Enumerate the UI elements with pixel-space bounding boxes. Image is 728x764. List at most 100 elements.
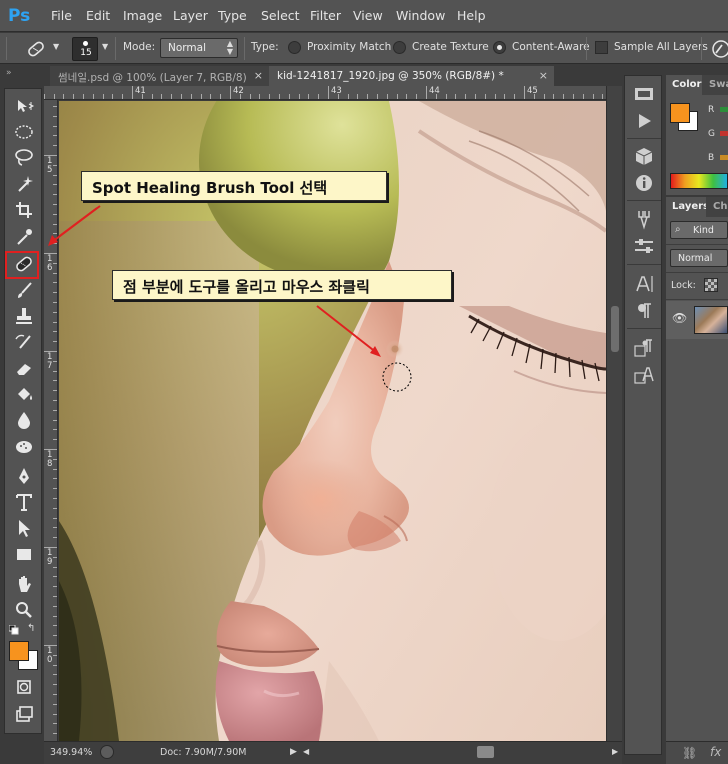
vertical-ruler[interactable]: 15 16 17 18 19 10 xyxy=(44,100,58,741)
horizontal-scroll-thumb[interactable] xyxy=(477,746,494,758)
link-layers-icon[interactable]: ⛓ xyxy=(682,746,697,760)
pressure-size-icon[interactable] xyxy=(708,38,728,60)
blend-mode-dropdown[interactable]: Normal xyxy=(670,249,728,267)
menu-image[interactable]: Image xyxy=(123,8,162,23)
menu-window[interactable]: Window xyxy=(396,8,445,23)
tab-close-icon[interactable]: × xyxy=(539,69,548,82)
menu-type[interactable]: Type xyxy=(218,8,247,23)
sponge-tool-icon[interactable] xyxy=(10,434,38,458)
type-tool-icon[interactable] xyxy=(10,490,38,514)
color-panel-tabs: Color Swa xyxy=(666,75,728,95)
default-colors-icon[interactable] xyxy=(8,624,19,635)
lock-transparency-icon[interactable] xyxy=(704,278,718,292)
visibility-eye-icon[interactable]: 👁 xyxy=(672,311,687,325)
proximity-match-radio[interactable] xyxy=(288,41,301,54)
vertical-scroll-thumb[interactable] xyxy=(611,306,619,352)
menu-help[interactable]: Help xyxy=(457,8,486,23)
ruler-minor-tick xyxy=(112,94,114,99)
menu-edit[interactable]: Edit xyxy=(86,8,110,23)
paint-bucket-tool-icon[interactable] xyxy=(10,382,38,406)
brush-panel-icon[interactable] xyxy=(629,207,659,231)
screen-mode-icon[interactable] xyxy=(10,702,38,726)
tab-layers[interactable]: Layers xyxy=(666,197,706,217)
foreground-color-swatch[interactable] xyxy=(9,641,29,661)
ruler-minor-tick xyxy=(298,94,300,99)
eyedropper-tool-icon[interactable] xyxy=(10,224,38,248)
create-texture-label[interactable]: Create Texture xyxy=(412,41,489,53)
tool-preset-caret-icon[interactable]: ▼ xyxy=(53,42,59,51)
create-texture-radio[interactable] xyxy=(393,41,406,54)
ruler-label: 41 xyxy=(135,86,146,96)
actions-panel-icon[interactable] xyxy=(629,109,659,133)
menu-file[interactable]: File xyxy=(51,8,72,23)
tab-kid-jpg[interactable]: kid-1241817_1920.jpg @ 350% (RGB/8#) * × xyxy=(269,66,554,86)
content-aware-label[interactable]: Content-Aware xyxy=(512,41,590,53)
layer-row-background[interactable]: 👁 xyxy=(666,301,728,339)
ruler-minor-tick xyxy=(53,135,57,137)
layer-style-fx-icon[interactable]: fx xyxy=(710,745,721,759)
status-menu-arrow-icon[interactable]: ▶ xyxy=(290,747,297,757)
layer-filter-field[interactable]: ⌕ Kind xyxy=(670,221,728,239)
hand-tool-icon[interactable] xyxy=(10,572,38,596)
proximity-match-label[interactable]: Proximity Match xyxy=(307,41,391,53)
character-styles-panel-icon[interactable] xyxy=(629,363,659,387)
ruler-minor-tick xyxy=(475,94,476,99)
3d-panel-icon[interactable] xyxy=(629,144,659,168)
history-panel-icon[interactable] xyxy=(629,82,659,106)
menu-filter[interactable]: Filter xyxy=(310,8,341,23)
tab-thumbnail-psd[interactable]: 썸네일.psd @ 100% (Layer 7, RGB/8) × xyxy=(50,66,269,86)
menu-layer[interactable]: Layer xyxy=(173,8,208,23)
tab-color[interactable]: Color xyxy=(666,75,702,95)
ruler-minor-tick xyxy=(53,115,57,117)
pen-tool-icon[interactable] xyxy=(10,464,38,488)
brush-tool-icon[interactable] xyxy=(10,278,38,302)
spot-healing-tool-preset-icon[interactable] xyxy=(22,38,50,60)
blur-tool-icon[interactable] xyxy=(10,408,38,432)
tab-swatches[interactable]: Swa xyxy=(703,75,728,95)
scroll-left-arrow-icon[interactable]: ◀ xyxy=(303,747,309,756)
move-tool-icon[interactable] xyxy=(10,94,38,118)
vertical-scrollbar[interactable] xyxy=(606,86,622,741)
tab-channels[interactable]: Cha xyxy=(707,197,728,217)
character-panel-icon[interactable] xyxy=(629,272,659,296)
clone-stamp-tool-icon[interactable] xyxy=(10,304,38,328)
history-brush-tool-icon[interactable] xyxy=(10,330,38,354)
magic-wand-tool-icon[interactable] xyxy=(10,172,38,196)
lasso-tool-icon[interactable] xyxy=(10,146,38,170)
share-icon[interactable] xyxy=(100,745,114,759)
eraser-tool-icon[interactable] xyxy=(10,356,38,380)
collapse-arrows-icon[interactable]: » xyxy=(6,68,12,78)
g-slider-track[interactable] xyxy=(720,131,728,136)
brush-tip-icon xyxy=(83,41,88,46)
crop-tool-icon[interactable] xyxy=(10,198,38,222)
options-bar: ▼ 15 ▼ Mode: Normal ▲ ▼ Type: Proximity M… xyxy=(0,33,728,64)
sample-all-layers-label[interactable]: Sample All Layers xyxy=(614,41,708,53)
zoom-tool-icon[interactable] xyxy=(10,598,38,622)
menu-select[interactable]: Select xyxy=(261,8,300,23)
options-divider xyxy=(586,37,587,60)
quick-mask-icon[interactable] xyxy=(10,675,38,699)
brush-picker-caret-icon[interactable]: ▼ xyxy=(102,42,108,51)
info-panel-icon[interactable] xyxy=(629,171,659,195)
tab-close-icon[interactable]: × xyxy=(254,69,263,82)
swap-colors-icon[interactable]: ↰ xyxy=(27,623,39,635)
color-spectrum-ramp[interactable] xyxy=(670,173,728,189)
scroll-right-arrow-icon[interactable]: ▶ xyxy=(612,747,618,756)
marquee-tool-icon[interactable] xyxy=(10,120,38,144)
content-aware-radio[interactable] xyxy=(493,41,506,54)
sample-all-layers-checkbox[interactable] xyxy=(595,41,608,54)
path-selection-tool-icon[interactable] xyxy=(10,516,38,540)
mode-dropdown[interactable]: Normal ▲ ▼ xyxy=(160,38,238,58)
rectangle-tool-icon[interactable] xyxy=(10,542,38,566)
zoom-level[interactable]: 349.94% xyxy=(50,747,92,758)
menu-view[interactable]: View xyxy=(353,8,383,23)
r-slider-track[interactable] xyxy=(720,107,728,112)
ruler-minor-tick xyxy=(259,94,261,99)
color-panel-foreground-swatch[interactable] xyxy=(670,103,690,123)
horizontal-ruler[interactable]: 41 42 43 44 45 xyxy=(44,86,606,100)
paragraph-styles-panel-icon[interactable] xyxy=(629,336,659,360)
brush-size-picker[interactable]: 15 xyxy=(72,37,98,61)
b-slider-track[interactable] xyxy=(720,155,728,160)
paragraph-panel-icon[interactable] xyxy=(629,299,659,323)
adjustments-panel-icon[interactable] xyxy=(629,234,659,258)
